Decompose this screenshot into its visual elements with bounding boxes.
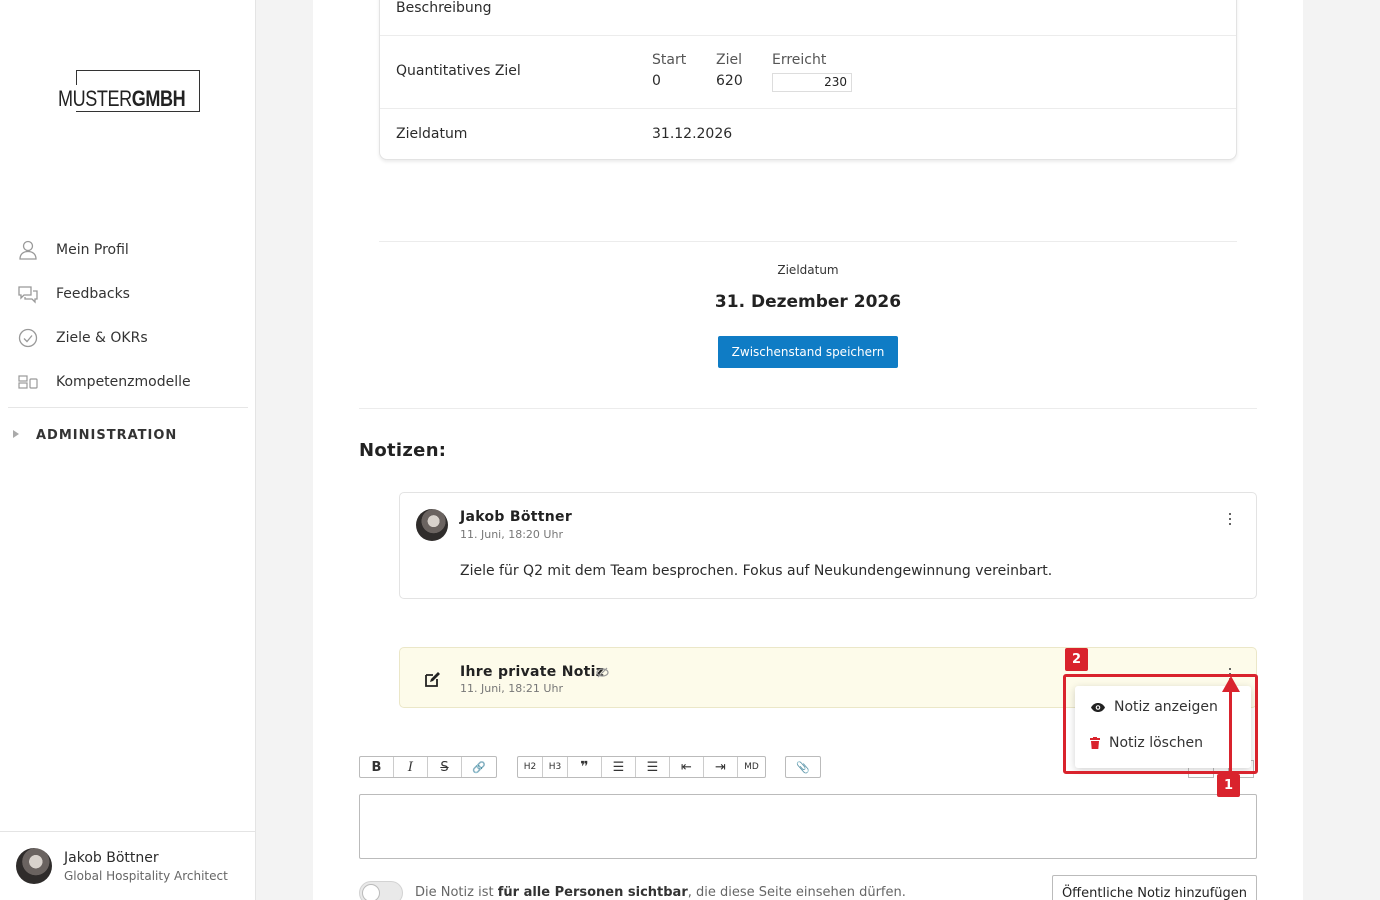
divider [379, 241, 1237, 242]
target-date-row: Zieldatum 31.12.2026 [380, 109, 1236, 160]
notes-heading: Notizen: [359, 440, 447, 461]
save-progress-button[interactable]: Zwischenstand speichern [718, 336, 898, 368]
logo-text: MUSTERGMBH [58, 86, 186, 111]
globe-icon [362, 884, 380, 900]
divider [359, 408, 1257, 409]
note-timestamp: 11. Juni, 18:20 Uhr [460, 528, 563, 541]
sidebar-item-label: Feedbacks [56, 286, 130, 302]
format-toolbar-text: B I S 🔗 [359, 756, 497, 778]
format-toolbar-attach: 📎 [785, 756, 821, 778]
edit-note-icon [425, 672, 440, 687]
current-user[interactable]: Jakob Böttner Global Hospitality Archite… [0, 831, 256, 900]
reached-label: Erreicht [772, 52, 827, 68]
step-badge-2: 2 [1065, 648, 1088, 671]
attachment-button[interactable]: 📎 [786, 757, 820, 777]
sidebar: MUSTERGMBH Mein Profil Feedbacks Ziele &… [0, 0, 256, 900]
trash-icon [1090, 737, 1100, 749]
note-text: Ziele für Q2 mit dem Team besprochen. Fo… [460, 563, 1053, 579]
eye-slash-icon [596, 667, 609, 678]
bullet-list-button[interactable]: ☰ [602, 757, 636, 777]
expand-triangle-icon [13, 430, 19, 438]
goal-details-card: Beschreibung Quantitatives Ziel Start 0 … [379, 0, 1237, 160]
heading3-button[interactable]: H3 [543, 757, 568, 777]
sidebar-item-ziele-okrs[interactable]: Ziele & OKRs [0, 316, 256, 360]
reached-input[interactable]: 230 [772, 73, 852, 92]
step-badge-1: 1 [1217, 774, 1240, 797]
quote-button[interactable]: ❞ [568, 757, 602, 777]
target-value: 620 [716, 73, 743, 89]
summary-date-value: 31. Dezember 2026 [714, 292, 902, 312]
visibility-hint: Die Notiz ist für alle Personen sichtbar… [415, 885, 906, 900]
sidebar-item-mein-profil[interactable]: Mein Profil [0, 228, 256, 272]
bold-button[interactable]: B [360, 757, 394, 777]
start-value: 0 [652, 73, 661, 89]
sidebar-item-kompetenzmodelle[interactable]: Kompetenzmodelle [0, 360, 256, 404]
target-date-value: 31.12.2026 [652, 126, 733, 142]
sidebar-item-label: Mein Profil [56, 242, 129, 258]
markdown-button[interactable]: MD [738, 757, 765, 777]
private-note-title: Ihre private Notiz [460, 664, 605, 680]
link-button[interactable]: 🔗 [462, 757, 496, 777]
grid-icon [18, 375, 38, 389]
sidebar-item-feedbacks[interactable]: Feedbacks [0, 272, 256, 316]
annotation-arrow-head [1222, 676, 1240, 692]
indent-button[interactable]: ⇥ [704, 757, 738, 777]
description-row: Beschreibung [380, 0, 1236, 36]
company-logo[interactable]: MUSTERGMBH [58, 70, 200, 112]
start-label: Start [652, 52, 687, 68]
menu-item-show-note[interactable]: Notiz anzeigen [1075, 690, 1251, 724]
note-card: Jakob Böttner 11. Juni, 18:20 Uhr Ziele … [399, 492, 1257, 599]
note-author: Jakob Böttner [460, 509, 573, 525]
menu-item-delete-note[interactable]: Notiz löschen [1075, 726, 1251, 760]
heading2-button[interactable]: H2 [518, 757, 543, 777]
chat-icon [18, 286, 38, 304]
summary-date-label: Zieldatum [777, 263, 839, 277]
avatar [16, 848, 52, 884]
add-public-note-button[interactable]: Öffentliche Notiz hinzufügen [1052, 875, 1257, 900]
note-options-menu: Notiz anzeigen Notiz löschen [1075, 686, 1251, 768]
annotation-arrow [1229, 690, 1232, 776]
user-name: Jakob Böttner [64, 850, 159, 866]
check-circle-icon [18, 328, 38, 348]
sidebar-item-administration[interactable]: ADMINISTRATION [0, 408, 256, 462]
note-timestamp: 11. Juni, 18:21 Uhr [460, 682, 563, 695]
outdent-button[interactable]: ⇤ [670, 757, 704, 777]
numbered-list-button[interactable]: ☰ [636, 757, 670, 777]
more-options-icon[interactable] [1227, 513, 1233, 527]
user-role: Global Hospitality Architect [64, 869, 228, 883]
sidebar-nav: Mein Profil Feedbacks Ziele & OKRs Kompe… [0, 228, 256, 462]
format-toolbar-blocks: H2 H3 ❞ ☰ ☰ ⇤ ⇥ MD [517, 756, 766, 778]
target-date-label: Zieldatum [396, 126, 468, 142]
italic-button[interactable]: I [394, 757, 428, 777]
eye-icon [1091, 703, 1105, 712]
strikethrough-button[interactable]: S [428, 757, 462, 777]
note-editor[interactable] [359, 794, 1257, 859]
description-label: Beschreibung [396, 0, 492, 16]
sidebar-item-label: Ziele & OKRs [56, 330, 148, 346]
admin-label: ADMINISTRATION [36, 427, 178, 443]
menu-item-label: Notiz löschen [1109, 735, 1204, 751]
visibility-toggle[interactable] [359, 881, 403, 900]
target-label: Ziel [716, 52, 742, 68]
user-icon [19, 240, 37, 260]
quantitative-label: Quantitatives Ziel [396, 63, 521, 79]
sidebar-item-label: Kompetenzmodelle [56, 374, 191, 390]
menu-item-label: Notiz anzeigen [1114, 699, 1218, 715]
avatar [416, 509, 448, 541]
